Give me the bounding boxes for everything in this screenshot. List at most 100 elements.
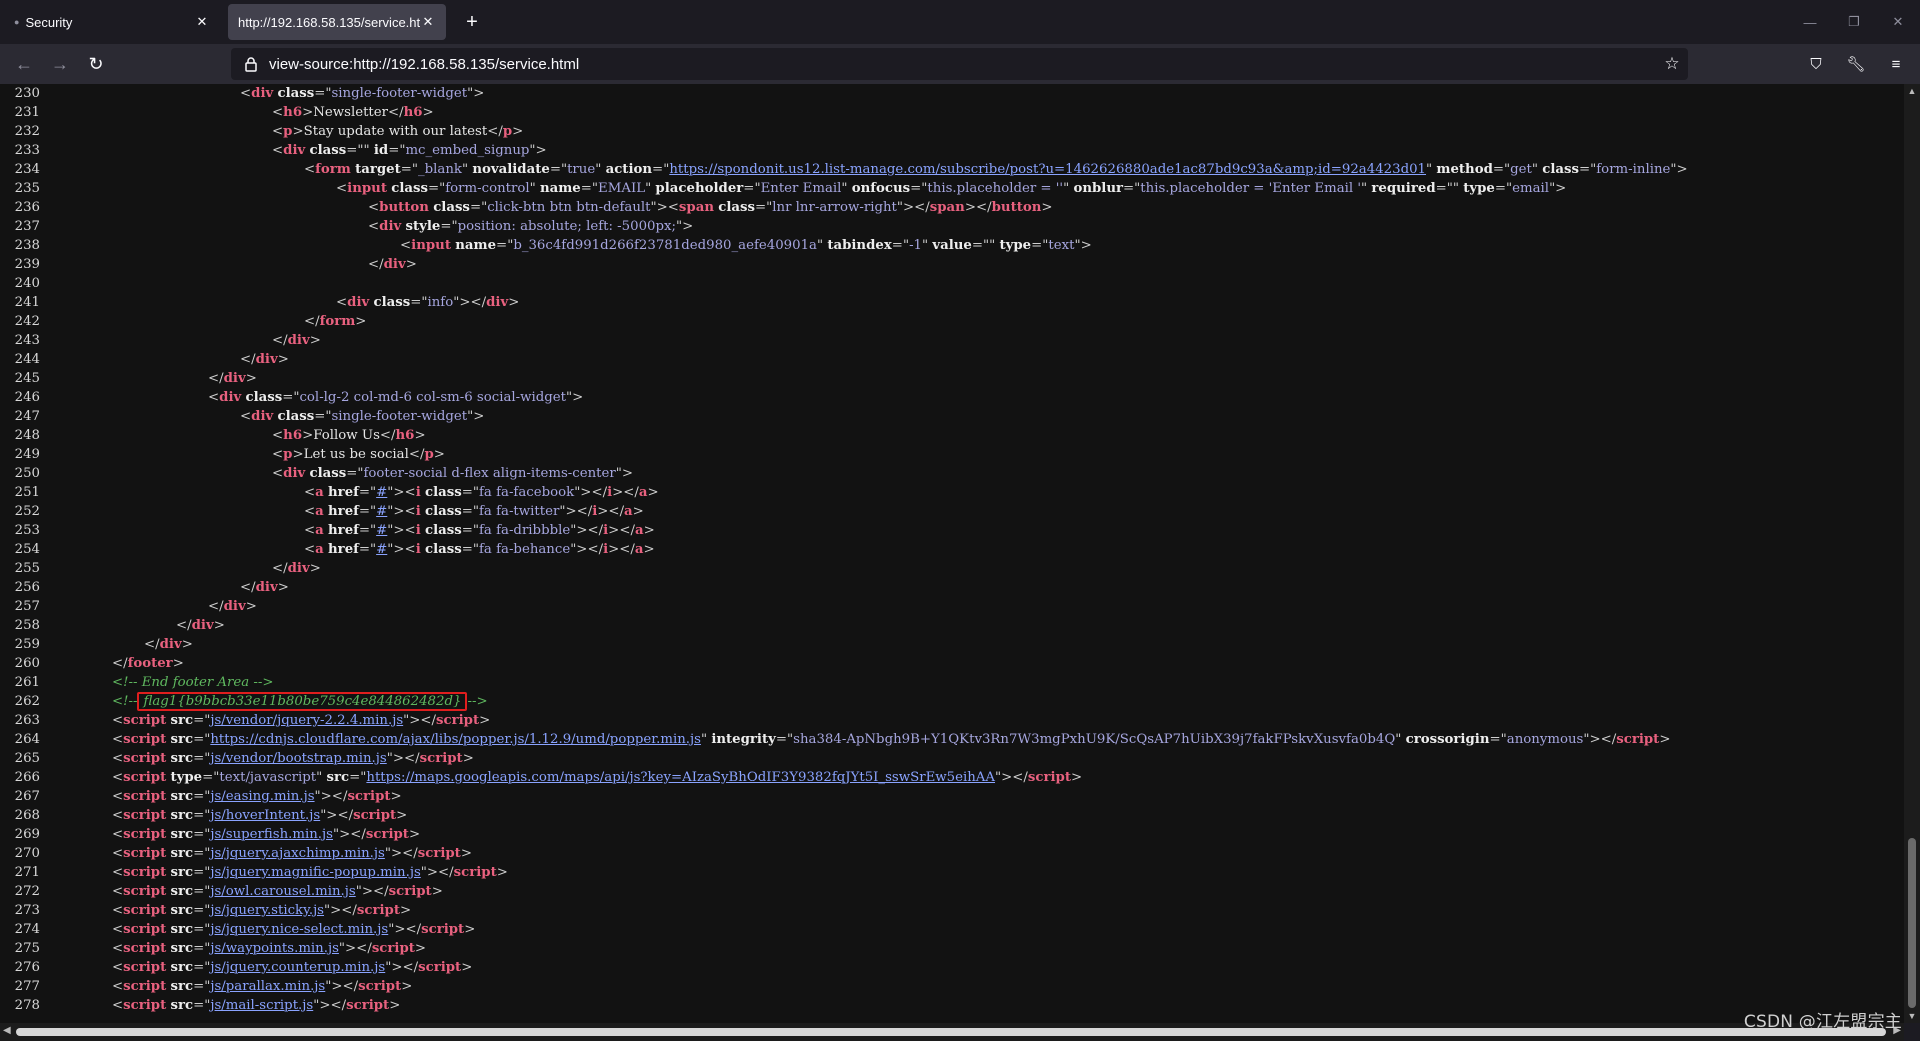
source-code: <script src="js/jquery.ajaxchimp.min.js"… <box>112 846 472 861</box>
source-line: 274 <script src="js/jquery.nice-select.mi… <box>0 920 1904 939</box>
close-icon[interactable]: ✕ <box>194 14 210 30</box>
source-code: <a href="#"><i class="fa fa-behance"></i… <box>304 542 655 557</box>
source-code: </div> <box>272 333 321 348</box>
line-number: 244 <box>14 352 40 367</box>
source-line: 272 <script src="js/owl.carousel.min.js">… <box>0 882 1904 901</box>
line-number: 243 <box>14 333 40 348</box>
source-code: <div class="footer-social d-flex align-i… <box>272 466 633 481</box>
source-code: </div> <box>144 637 193 652</box>
source-line: 250 <div class="footer-social d-flex alig… <box>0 464 1904 483</box>
url-bar[interactable]: view-source:http://192.168.58.135/servic… <box>231 48 1688 80</box>
bookmark-star-icon[interactable]: ☆ <box>1656 54 1688 74</box>
line-number: 271 <box>14 865 40 880</box>
horizontal-scroll-thumb[interactable] <box>16 1028 1886 1036</box>
source-code: <button class="click-btn btn btn-default… <box>368 200 1053 215</box>
line-number: 277 <box>14 979 40 994</box>
menu-icon[interactable]: ≡ <box>1880 48 1912 80</box>
line-number: 270 <box>14 846 40 861</box>
tab-service-source[interactable]: http://192.168.58.135/service.htm ✕ <box>228 4 446 40</box>
source-line: 271 <script src="js/jquery.magnific-popup… <box>0 863 1904 882</box>
close-window-icon[interactable]: ✕ <box>1876 0 1920 44</box>
line-number: 262 <box>14 694 40 709</box>
source-line: 268 <script src="js/hoverIntent.js"></scr… <box>0 806 1904 825</box>
source-code: <script src="https://cdnjs.cloudflare.co… <box>112 732 1671 747</box>
new-tab-plus-icon[interactable]: + <box>456 6 488 38</box>
source-line: 235 <input class="form-control" name="EMA… <box>0 179 1904 198</box>
forward-arrow-icon[interactable]: → <box>44 48 76 80</box>
source-code: <script src="js/waypoints.min.js"></scri… <box>112 941 427 956</box>
source-line: 245 </div> <box>0 369 1904 388</box>
source-line: 247 <div class="single-footer-widget"> <box>0 407 1904 426</box>
line-number: 251 <box>14 485 40 500</box>
close-icon[interactable]: ✕ <box>420 14 436 30</box>
source-code: <p>Let us be social</p> <box>272 447 445 462</box>
line-number: 263 <box>14 713 40 728</box>
line-number: 257 <box>14 599 40 614</box>
source-code: <div class="" id="mc_embed_signup"> <box>272 143 547 158</box>
source-line: 273 <script src="js/jquery.sticky.js"></s… <box>0 901 1904 920</box>
line-number: 241 <box>14 295 40 310</box>
source-code: </footer> <box>112 656 184 671</box>
source-code: <a href="#"><i class="fa fa-twitter"></i… <box>304 504 644 519</box>
line-number: 256 <box>14 580 40 595</box>
flag-comment-highlight: flag1{b9bbcb33e11b80be759c4e844862482d} <box>137 692 468 711</box>
source-code: <input name="b_36c4fd991d266f23781ded980… <box>400 238 1092 253</box>
source-line: 267 <script src="js/easing.min.js"></scri… <box>0 787 1904 806</box>
navigation-bar: ← → ↻ view-source:http://192.168.58.135/… <box>0 44 1920 84</box>
scroll-left-arrow-icon[interactable]: ◀ <box>3 1025 11 1036</box>
source-code: <script src="js/mail-script.js"></script… <box>112 998 401 1013</box>
line-number: 230 <box>14 86 40 101</box>
wrench-icon[interactable]: 🔧︎ <box>1840 48 1872 80</box>
vertical-scroll-thumb[interactable] <box>1908 838 1916 1008</box>
line-number: 231 <box>14 105 40 120</box>
source-line: 260 </footer> <box>0 654 1904 673</box>
source-code: </form> <box>304 314 367 329</box>
source-line: 244 </div> <box>0 350 1904 369</box>
minimize-icon[interactable]: — <box>1788 0 1832 44</box>
window-controls: — ❐ ✕ <box>1788 0 1920 44</box>
source-line: 231 <h6>Newsletter</h6> <box>0 103 1904 122</box>
line-number: 261 <box>14 675 40 690</box>
line-number: 268 <box>14 808 40 823</box>
source-code: <script src="js/jquery.nice-select.min.j… <box>112 922 476 937</box>
source-line: 256 </div> <box>0 578 1904 597</box>
tab-security[interactable]: ● Security ✕ <box>4 4 220 40</box>
source-code: </div> <box>240 352 289 367</box>
source-line: 249 <p>Let us be social</p> <box>0 445 1904 464</box>
source-code: <script src="js/owl.carousel.min.js"></s… <box>112 884 443 899</box>
source-line: 278 <script src="js/mail-script.js"></scr… <box>0 996 1904 1015</box>
line-number: 238 <box>14 238 40 253</box>
horizontal-scrollbar[interactable]: ◀ ▶ <box>0 1023 1904 1041</box>
line-number: 233 <box>14 143 40 158</box>
source-code: <div style="position: absolute; left: -5… <box>368 219 694 234</box>
source-code: <a href="#"><i class="fa fa-facebook"></… <box>304 485 659 500</box>
line-number: 276 <box>14 960 40 975</box>
source-line: 237 <div style="position: absolute; left:… <box>0 217 1904 236</box>
line-number: 242 <box>14 314 40 329</box>
source-line: 233 <div class="" id="mc_embed_signup"> <box>0 141 1904 160</box>
back-arrow-icon[interactable]: ← <box>8 48 40 80</box>
pocket-icon[interactable]: ⛉ <box>1800 48 1832 80</box>
source-line: 236 <button class="click-btn btn btn-defa… <box>0 198 1904 217</box>
vertical-scrollbar[interactable]: ▲ ▼ <box>1904 84 1920 1023</box>
url-text[interactable]: view-source:http://192.168.58.135/servic… <box>269 56 1656 73</box>
source-line: 275 <script src="js/waypoints.min.js"></s… <box>0 939 1904 958</box>
line-number: 249 <box>14 447 40 462</box>
line-number: 252 <box>14 504 40 519</box>
source-code: <script src="js/hoverIntent.js"></script… <box>112 808 408 823</box>
view-source-content: 230 <div class="single-footer-widget"> 231… <box>0 84 1904 1023</box>
source-code: <p>Stay update with our latest</p> <box>272 124 524 139</box>
line-number: 248 <box>14 428 40 443</box>
line-number: 278 <box>14 998 40 1013</box>
scroll-up-arrow-icon[interactable]: ▲ <box>1904 86 1920 96</box>
line-number: 235 <box>14 181 40 196</box>
reload-icon[interactable]: ↻ <box>80 48 112 80</box>
scroll-down-arrow-icon[interactable]: ▼ <box>1904 1011 1920 1021</box>
source-line: 238 <input name="b_36c4fd991d266f23781ded… <box>0 236 1904 255</box>
source-code: <div class="single-footer-widget"> <box>240 86 485 101</box>
source-line: 252 <a href="#"><i class="fa fa-twitter">… <box>0 502 1904 521</box>
restore-icon[interactable]: ❐ <box>1832 0 1876 44</box>
source-code: <div class="col-lg-2 col-md-6 col-sm-6 s… <box>208 390 584 405</box>
line-number: 240 <box>14 276 40 291</box>
line-number: 246 <box>14 390 40 405</box>
